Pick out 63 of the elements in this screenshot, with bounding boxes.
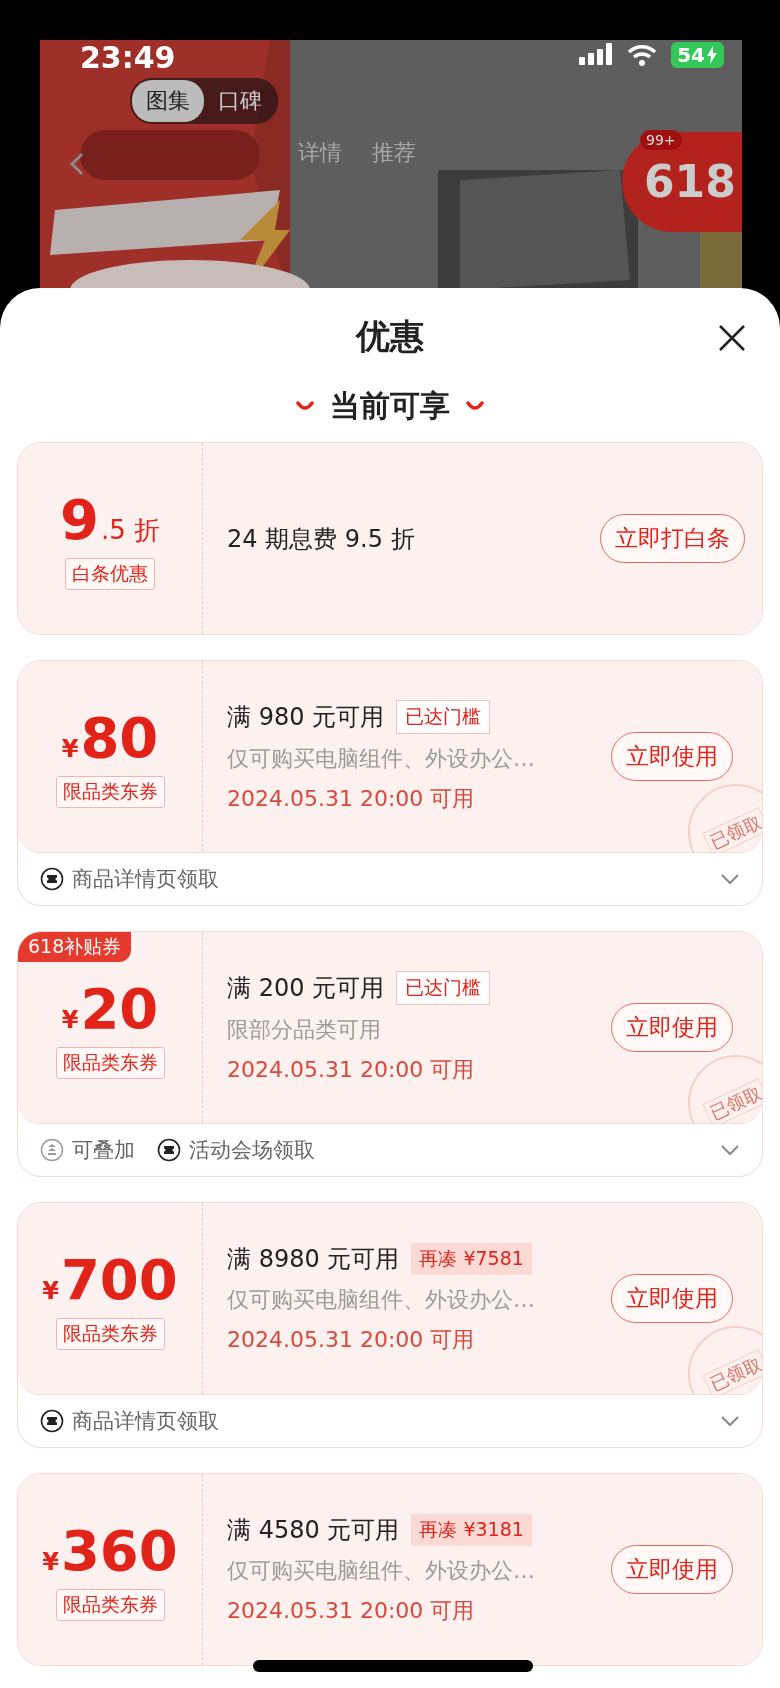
count-badge: 99+ (640, 130, 682, 150)
valid-date: 2024.05.31 20:00 可用 (227, 784, 476, 813)
use-button[interactable]: 立即使用 (611, 1003, 733, 1052)
source-label: 活动会场领取 (189, 1137, 315, 1164)
nav-tab[interactable]: 推荐 (372, 138, 416, 168)
gallery-tab[interactable]: 口碑 (204, 80, 276, 122)
offer-title: 24 期息费 9.5 折 (227, 523, 415, 555)
use-button[interactable]: 立即使用 (611, 1274, 733, 1323)
offer-title: 满 980 元可用 (227, 701, 385, 733)
use-button[interactable]: 立即使用 (611, 732, 733, 781)
sheet-title: 优惠 (356, 315, 424, 358)
coupon-amount: 80 (80, 705, 159, 770)
offer-title: 满 4580 元可用 (227, 1514, 400, 1546)
offer-description: 仅可购买电脑组件、外设办公… (227, 1556, 536, 1585)
offer-title: 满 8980 元可用 (227, 1243, 400, 1275)
source-label: 商品详情页领取 (72, 1408, 219, 1435)
status-time: 23:49 (80, 40, 176, 75)
ticket-icon (157, 1138, 181, 1162)
chevron-down-icon[interactable] (720, 873, 740, 885)
signal-icon (579, 43, 614, 67)
coupon-tag: 限品类东券 (55, 1318, 165, 1350)
close-icon[interactable] (718, 324, 746, 352)
valid-date: 2024.05.31 20:00 可用 (227, 1596, 476, 1625)
smile-mark-icon (466, 401, 484, 411)
threshold-badge: 已达门槛 (396, 970, 491, 1005)
currency-sign: ¥ (42, 1277, 59, 1305)
use-button[interactable]: 立即使用 (611, 1545, 733, 1594)
currency-sign: ¥ (61, 1006, 79, 1034)
source-label: 可叠加 (72, 1137, 135, 1164)
stack-icon (40, 1138, 64, 1162)
currency-sign: ¥ (61, 735, 79, 763)
section-heading: 当前可享 (330, 386, 450, 425)
subsidy-ribbon: 618补贴券 (18, 932, 132, 962)
nav-tab[interactable]: 详情 (298, 138, 342, 168)
chevron-down-icon[interactable] (720, 1415, 740, 1427)
valid-date: 2024.05.31 20:00 可用 (227, 1325, 476, 1354)
coupon-tag: 限品类东券 (55, 1047, 165, 1079)
currency-sign: ¥ (42, 1548, 59, 1576)
offer-description: 仅可购买电脑组件、外设办公… (227, 1285, 536, 1314)
ticket-icon (40, 1409, 64, 1433)
valid-date: 2024.05.31 20:00 可用 (227, 1055, 476, 1084)
coupon-tag: 限品类东券 (55, 1589, 165, 1621)
threshold-badge: 再凑 ¥7581 (411, 1242, 532, 1275)
chevron-down-icon[interactable] (720, 1144, 740, 1156)
coupon-amount: 700 (60, 1247, 178, 1312)
use-button[interactable]: 立即打白条 (599, 514, 745, 563)
ticket-icon (40, 867, 64, 891)
offer-description: 限部分品类可用 (227, 1015, 382, 1044)
coupon-tag: 白条优惠 (65, 558, 155, 590)
offer-title: 满 200 元可用 (227, 972, 385, 1004)
discount-unit: .5 折 (100, 514, 160, 547)
coupon-tag: 限品类东券 (55, 776, 165, 808)
gallery-tab[interactable]: 图集 (132, 80, 204, 122)
coupon-amount: 360 (60, 1518, 178, 1583)
discount-value: 9 (59, 487, 99, 552)
threshold-badge: 已达门槛 (396, 699, 491, 734)
battery-indicator: 54 (671, 42, 724, 68)
coupon-amount: 20 (80, 976, 159, 1041)
wifi-icon (627, 44, 658, 66)
smile-mark-icon (296, 401, 314, 411)
offer-description: 仅可购买电脑组件、外设办公… (227, 744, 536, 773)
threshold-badge: 再凑 ¥3181 (411, 1513, 532, 1546)
source-label: 商品详情页领取 (72, 866, 219, 893)
